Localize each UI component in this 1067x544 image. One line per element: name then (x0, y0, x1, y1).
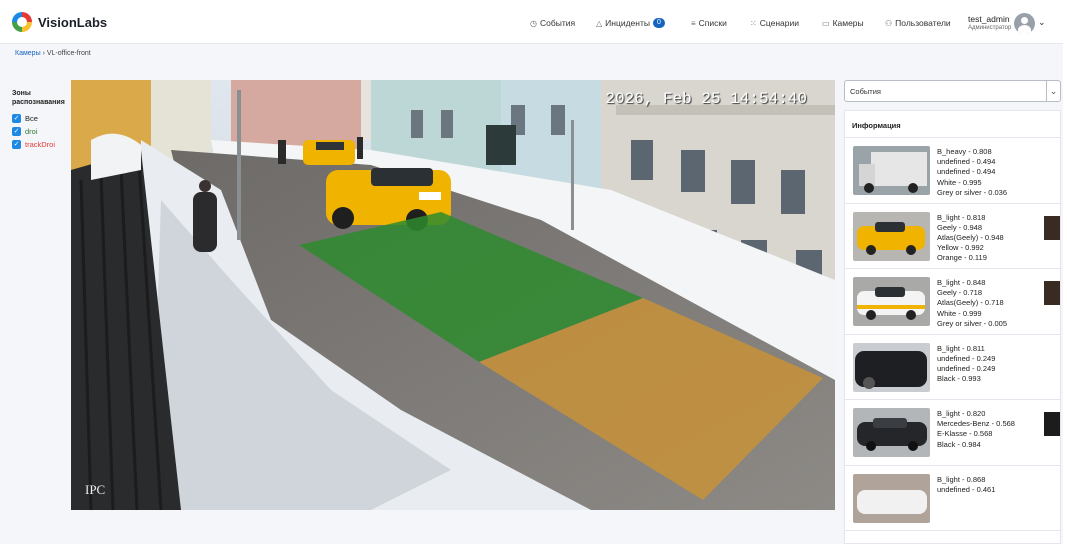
detection-attributes: B_light - 0.868 undefined - 0.461 (937, 475, 995, 495)
side-thumbnail (1044, 281, 1060, 305)
attr-line: Mercedes-Benz - 0.568 (937, 419, 1015, 429)
incidents-count-badge: 0 (652, 18, 665, 28)
detection-attributes: B_light - 0.848 Geely - 0.718 Atlas(Geel… (937, 278, 1007, 329)
checkbox-checked-icon[interactable]: ✓ (12, 140, 21, 149)
breadcrumb-separator: › (42, 50, 45, 57)
attr-line: Yellow - 0.992 (937, 243, 984, 253)
warning-icon: △ (596, 18, 603, 28)
brand-logo[interactable]: VisionLabs (12, 12, 107, 32)
scenario-icon: ⁙ (750, 18, 757, 28)
nav-label: Инциденты (605, 18, 650, 28)
nav-label: Списки (698, 18, 727, 28)
attr-line: Black - 0.984 (937, 439, 981, 449)
attr-line: B_light - 0.868 (937, 474, 986, 484)
user-role: Администратор (968, 25, 1012, 31)
chevron-down-icon[interactable]: ⌄ (1038, 17, 1046, 28)
side-thumbnail (1044, 215, 1060, 240)
attr-line: B_heavy - 0.808 (937, 147, 992, 156)
attr-line: Atlas(Geely) - 0.948 (937, 232, 1004, 242)
street-scene-image (71, 80, 835, 510)
video-watermark: IPC (85, 482, 106, 497)
detection-card[interactable]: B_heavy - 0.808 undefined - 0.494 undefi… (845, 138, 1060, 204)
attr-line: undefined - 0.249 (937, 363, 996, 373)
detection-thumbnail (853, 342, 930, 392)
info-panel-title: Информация (845, 111, 1060, 138)
attr-line: B_light - 0.848 (937, 278, 986, 287)
zone-all[interactable]: ✓ Все (12, 112, 70, 125)
detection-thumbnail (853, 211, 930, 261)
brand-name: VisionLabs (38, 14, 108, 30)
attr-line: E-Klasse - 0.568 (937, 429, 993, 439)
nav-lists[interactable]: ≡ Списки (691, 18, 727, 28)
page-scrollbar[interactable] (1063, 0, 1067, 544)
detection-thumbnail (853, 146, 930, 195)
detection-attributes: B_light - 0.820 Mercedes-Benz - 0.568 E-… (937, 409, 1015, 450)
nav-events[interactable]: ◷ События (530, 18, 575, 28)
breadcrumb-cameras-link[interactable]: Камеры (15, 50, 41, 57)
zones-title: Зоны распознавания (12, 90, 65, 106)
zone-droi[interactable]: ✓ droi (12, 125, 70, 138)
user-info[interactable]: test_admin Администратор (968, 14, 1011, 31)
detection-card[interactable]: B_light - 0.820 Mercedes-Benz - 0.568 E-… (845, 400, 1060, 466)
nav-label: Сценарии (759, 18, 799, 28)
user-name: test_admin (968, 14, 1010, 24)
zone-label: Все (25, 114, 38, 123)
detection-thumbnail (853, 277, 930, 326)
detection-card[interactable]: B_light - 0.811 undefined - 0.249 undefi… (845, 335, 1060, 400)
visionlabs-logo-icon (12, 12, 32, 32)
detection-attributes: B_heavy - 0.808 undefined - 0.494 undefi… (937, 147, 1007, 198)
attr-line: B_light - 0.818 (937, 212, 986, 222)
top-bar: VisionLabs ◷ События △ Инциденты 0 ≡ Спи… (0, 0, 1067, 44)
detection-attributes: B_light - 0.818 Geely - 0.948 Atlas(Geel… (937, 213, 1004, 264)
attr-line: White - 0.999 (937, 308, 982, 318)
avatar[interactable] (1014, 13, 1035, 34)
info-panel: Информация B_heavy - 0.808 undefined - 0… (844, 110, 1061, 544)
attr-line: Grey or silver - 0.005 (937, 318, 1008, 328)
side-thumbnail (1044, 412, 1060, 436)
detection-thumbnail (853, 473, 930, 523)
camera-icon: ▭ (822, 18, 830, 28)
attr-line: Atlas(Geely) - 0.718 (937, 298, 1004, 308)
camera-video-stream[interactable]: 2026, Feb 25 14:54:40 IPC (71, 80, 835, 510)
chevron-down-icon[interactable]: ⌄ (1046, 81, 1060, 101)
detection-card[interactable]: B_light - 0.868 undefined - 0.461 (845, 466, 1060, 531)
breadcrumb-current: VL-office-front (46, 50, 91, 57)
detection-card[interactable]: B_light - 0.848 Geely - 0.718 Atlas(Geel… (845, 269, 1060, 335)
attr-line: Geely - 0.948 (937, 222, 983, 232)
events-select-value: События (850, 87, 881, 96)
attr-line: Grey or silver - 0.036 (937, 187, 1008, 197)
checkbox-checked-icon[interactable]: ✓ (12, 114, 21, 123)
users-icon: ⚇ (885, 18, 893, 28)
attr-line: White - 0.995 (937, 177, 982, 187)
attr-line: undefined - 0.461 (937, 484, 996, 494)
nav-cameras[interactable]: ▭ Камеры (822, 18, 864, 28)
nav-users[interactable]: ⚇ Пользователи (885, 18, 951, 28)
attr-line: Geely - 0.718 (937, 288, 983, 298)
recognition-zones-panel: Зоны распознавания ✓ Все ✓ droi ✓ trackD… (12, 89, 70, 151)
attr-line: B_light - 0.811 (937, 343, 985, 353)
nav-scenarios[interactable]: ⁙ Сценарии (750, 18, 799, 28)
attr-line: Orange - 0.119 (937, 253, 987, 263)
list-icon: ≡ (691, 18, 696, 28)
video-timestamp: 2026, Feb 25 14:54:40 (605, 90, 807, 108)
attr-line: Black - 0.993 (937, 374, 981, 384)
attr-line: B_light - 0.820 (937, 409, 986, 418)
nav-label: События (539, 18, 576, 28)
zone-label: trackDroi (25, 140, 56, 149)
detection-attributes: B_light - 0.811 undefined - 0.249 undefi… (937, 344, 995, 385)
nav-label: Пользователи (895, 18, 951, 28)
attr-line: undefined - 0.249 (937, 353, 996, 363)
checkbox-checked-icon[interactable]: ✓ (12, 127, 21, 136)
clock-icon: ◷ (530, 18, 537, 28)
events-select[interactable]: События ⌄ (844, 80, 1061, 102)
attr-line: undefined - 0.494 (937, 157, 996, 167)
nav-label: Камеры (832, 18, 864, 28)
zone-trackdroi[interactable]: ✓ trackDroi (12, 138, 70, 151)
breadcrumb: Камеры › VL-office-front (15, 50, 91, 57)
attr-line: undefined - 0.494 (937, 167, 996, 177)
detection-card[interactable]: B_light - 0.818 Geely - 0.948 Atlas(Geel… (845, 204, 1060, 269)
zone-label: droi (25, 127, 38, 136)
detection-thumbnail (853, 408, 930, 457)
nav-incidents[interactable]: △ Инциденты 0 (596, 18, 665, 28)
